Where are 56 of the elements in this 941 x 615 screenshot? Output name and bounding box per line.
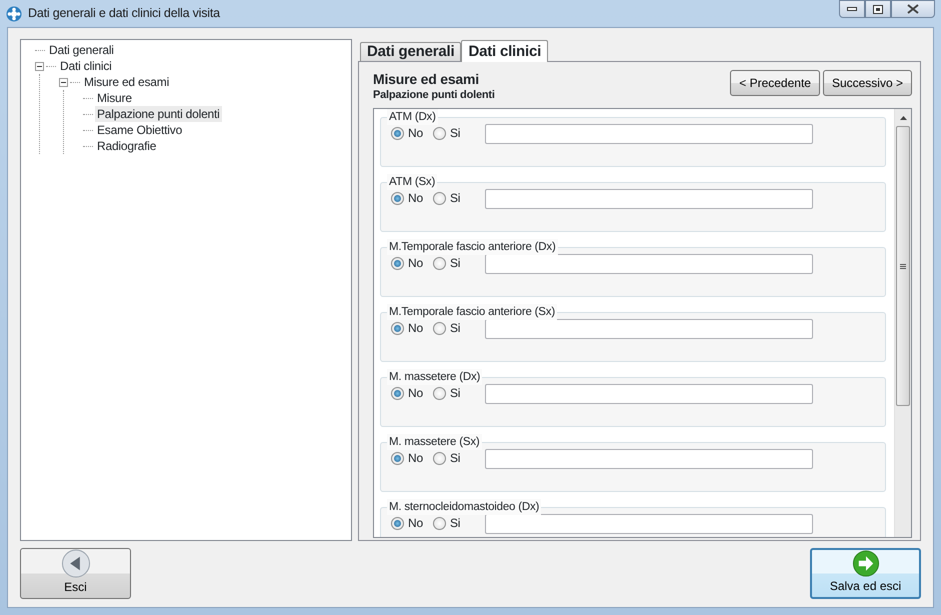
- tree-item[interactable]: Misure ed esami: [82, 74, 172, 90]
- radio-option[interactable]: Si: [432, 189, 460, 207]
- group-label: M. massetere (Dx): [387, 369, 482, 385]
- previous-button[interactable]: < Precedente: [730, 70, 820, 96]
- radio-option[interactable]: No: [391, 384, 423, 402]
- close-button[interactable]: [891, 0, 935, 18]
- tree-item[interactable]: Palpazione punti dolenti: [95, 106, 222, 122]
- scrollbar[interactable]: [894, 109, 911, 537]
- note-field[interactable]: [485, 319, 814, 339]
- radio-option[interactable]: Si: [432, 449, 460, 467]
- collapse-icon[interactable]: [59, 78, 68, 86]
- note-field[interactable]: [485, 514, 814, 534]
- radio-option[interactable]: Si: [432, 319, 460, 337]
- radio-option[interactable]: No: [391, 189, 423, 207]
- save-exit-button[interactable]: Salva ed esci: [810, 548, 921, 599]
- radio-option[interactable]: Si: [432, 514, 460, 532]
- note-field[interactable]: [485, 449, 814, 469]
- group-label: M.Temporale fascio anteriore (Sx): [387, 304, 557, 320]
- next-button[interactable]: Successivo >: [822, 70, 912, 96]
- radio-option[interactable]: No: [391, 319, 423, 337]
- group-label: M. sternocleidomastoideo (Dx): [387, 499, 542, 515]
- group-label: ATM (Dx): [387, 109, 438, 125]
- group-label: M. massetere (Sx): [387, 434, 482, 450]
- tree-item[interactable]: Dati generali: [47, 42, 116, 58]
- app-icon: [6, 6, 22, 22]
- collapse-icon[interactable]: [35, 62, 44, 70]
- note-field[interactable]: [485, 254, 814, 274]
- window-title: Dati generali e dati clinici della visita: [28, 5, 220, 22]
- exit-button[interactable]: Esci: [20, 548, 131, 599]
- note-field[interactable]: [485, 384, 814, 404]
- group-label: M.Temporale fascio anteriore (Dx): [387, 239, 558, 255]
- note-field[interactable]: [485, 189, 814, 209]
- radio-option[interactable]: No: [391, 254, 423, 272]
- tab[interactable]: Dati clinici: [461, 40, 548, 62]
- minimize-icon: [847, 7, 857, 11]
- radio-option[interactable]: No: [391, 449, 423, 467]
- tab[interactable]: Dati generali: [360, 42, 462, 61]
- up-arrow-icon: [900, 116, 906, 120]
- section-title: Misure ed esami: [373, 72, 480, 87]
- tree-item[interactable]: Misure: [95, 90, 134, 106]
- radio-option[interactable]: Si: [432, 124, 460, 142]
- group-label: ATM (Sx): [387, 174, 438, 190]
- section-subtitle: Palpazione punti dolenti: [373, 88, 495, 103]
- radio-option[interactable]: Si: [432, 384, 460, 402]
- note-field[interactable]: [485, 124, 814, 144]
- minimize-button[interactable]: [839, 0, 865, 18]
- radio-option[interactable]: No: [391, 124, 423, 142]
- radio-option[interactable]: No: [391, 514, 423, 532]
- maximize-icon: [873, 4, 883, 14]
- radio-option[interactable]: Si: [432, 254, 460, 272]
- grip-icon: [900, 264, 906, 268]
- tree-item[interactable]: Dati clinici: [58, 58, 114, 74]
- tree-item[interactable]: Esame Obiettivo: [95, 122, 184, 138]
- tree-item[interactable]: Radiografie: [95, 138, 158, 154]
- close-icon: [907, 4, 919, 14]
- maximize-button[interactable]: [865, 0, 891, 18]
